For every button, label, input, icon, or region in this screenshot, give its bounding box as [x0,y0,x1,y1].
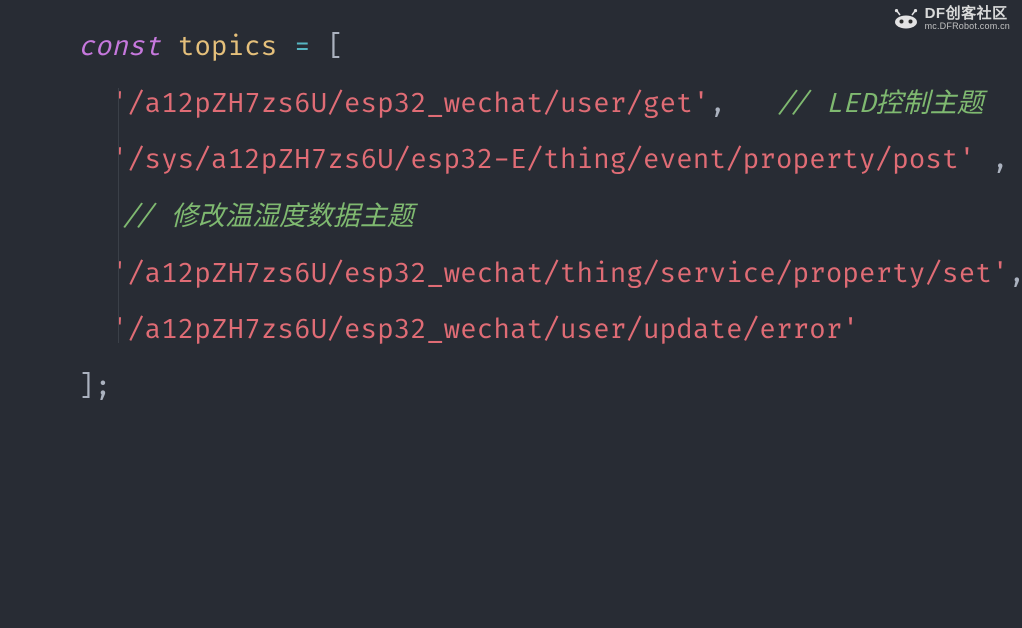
operator-assign: = [294,31,311,64]
string-topic-2: '/sys/a12pZH7zs6U/esp32-E/thing/event/pr… [111,144,975,177]
code-block: const topics = [ '/a12pZH7zs6U/esp32_wec… [0,0,1022,427]
indent-guide [118,88,119,343]
code-line-close: ]; [78,360,1022,417]
code-line-topic-4: '/a12pZH7zs6U/esp32_wechat/user/update/e… [78,303,1022,360]
string-topic-4: '/a12pZH7zs6U/esp32_wechat/user/update/e… [111,314,859,347]
keyword-const: const [78,31,161,64]
code-line-decl: const topics = [ [78,20,1022,77]
comma: , [709,88,726,121]
comment-led: // LED控制主题 [776,88,984,121]
code-line-topic-1: '/a12pZH7zs6U/esp32_wechat/user/get', //… [78,77,1022,134]
comma: , [992,144,1009,177]
string-topic-3: '/a12pZH7zs6U/esp32_wechat/thing/service… [111,258,1008,291]
comma: , [1008,258,1022,291]
string-topic-1: '/a12pZH7zs6U/esp32_wechat/user/get' [111,88,709,121]
semicolon: ; [95,371,112,404]
comment-temp: // 修改温湿度数据主题 [121,201,414,234]
bracket-close: ] [78,371,95,404]
bracket-open: [ [327,31,344,64]
code-line-topic-2: '/sys/a12pZH7zs6U/esp32-E/thing/event/pr… [78,133,1022,246]
variable-topics: topics [178,31,278,64]
code-line-topic-3: '/a12pZH7zs6U/esp32_wechat/thing/service… [78,247,1022,304]
